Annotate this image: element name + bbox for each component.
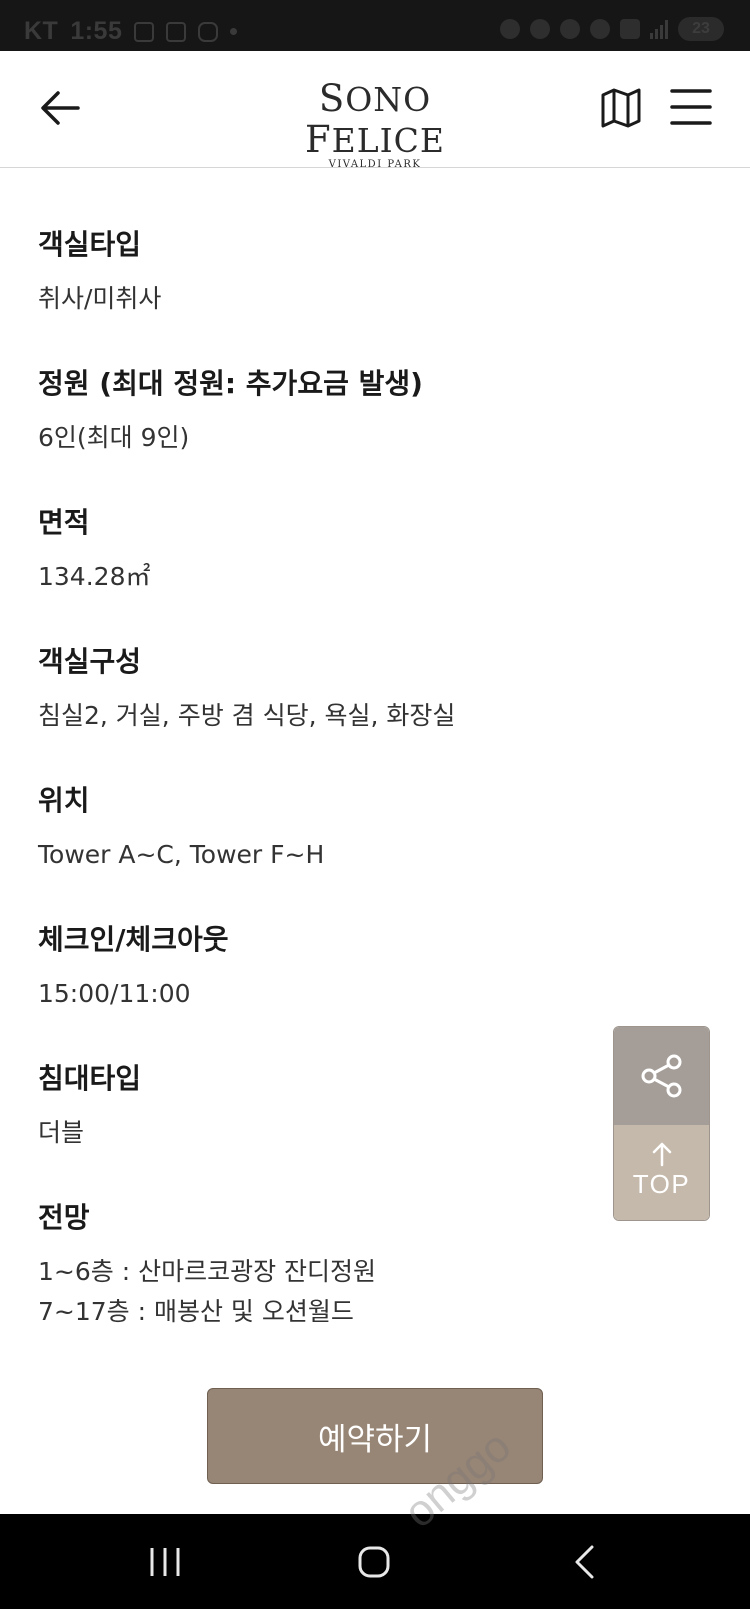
dnd-icon [500, 19, 520, 39]
spec-value: 7~17층 : 매봉산 및 오션월드 [38, 1297, 354, 1326]
spec-value: 1~6층 : 산마르코광장 잔디정원 [38, 1257, 377, 1286]
share-button[interactable] [614, 1027, 709, 1125]
battery-icon: 23 [678, 17, 724, 41]
hd-icon [620, 19, 640, 39]
menu-button[interactable] [670, 87, 712, 127]
spec-label: 침대타입 [38, 1062, 142, 1095]
spec-room-type: 객실타입 취사/미취사 [38, 227, 161, 319]
status-time: 1:55 [70, 17, 123, 45]
recent-apps-icon[interactable] [148, 1545, 182, 1579]
notification-icon [166, 21, 187, 42]
back-arrow-icon [41, 91, 80, 125]
arrow-up-icon [652, 1142, 671, 1167]
spec-room-layout: 객실구성 침실2, 거실, 주방 겸 식당, 욕실, 화장실 [38, 644, 455, 736]
leaf-icon [530, 19, 550, 39]
spec-value: 취사/미취사 [38, 284, 162, 313]
spec-value: 6인(최대 9인) [38, 423, 190, 452]
bottom-action-bar: 예약하기 [0, 1357, 750, 1514]
spec-label: 체크인/체크아웃 [38, 923, 229, 956]
spec-label: 위치 [38, 784, 90, 817]
wifi-icon [590, 19, 610, 39]
spec-value: 134.28㎡ [38, 562, 151, 591]
spec-label: 면적 [38, 506, 90, 539]
reserve-button[interactable]: 예약하기 [207, 1388, 543, 1484]
spec-value: Tower A~C, Tower F~H [38, 840, 325, 869]
mute-icon [560, 19, 580, 39]
logo-subtitle: VIVALDI PARK [328, 159, 422, 170]
signal-icon [650, 19, 668, 39]
nav-back-icon[interactable] [572, 1544, 596, 1580]
system-nav-bar [0, 1514, 750, 1609]
instagram-icon [198, 21, 219, 42]
screenshot-icon [134, 21, 155, 42]
spec-view: 전망 1~6층 : 산마르코광장 잔디정원 7~17층 : 매봉산 및 오션월드 [38, 1200, 376, 1332]
share-icon [641, 1054, 681, 1098]
spec-label: 객실구성 [38, 645, 142, 678]
map-button[interactable] [598, 85, 644, 131]
map-icon [601, 88, 641, 128]
scroll-top-button[interactable]: TOP [614, 1125, 709, 1220]
hamburger-menu-icon [670, 89, 712, 125]
status-bar: KT 1:55 23 [0, 0, 750, 51]
spec-label: 정원 (최대 정원: 추가요금 발생) [38, 367, 423, 400]
spec-value: 15:00/11:00 [38, 979, 191, 1008]
spec-value: 침실2, 거실, 주방 겸 식당, 욕실, 화장실 [38, 701, 456, 730]
back-button[interactable] [36, 85, 86, 131]
home-icon[interactable] [357, 1543, 391, 1581]
floating-actions: TOP [613, 1026, 710, 1221]
spec-area: 면적 134.28㎡ [38, 505, 150, 597]
spec-check-in-out: 체크인/체크아웃 15:00/11:00 [38, 922, 229, 1014]
spec-label: 객실타입 [38, 228, 142, 261]
spec-label: 전망 [38, 1201, 90, 1234]
app-header: SONO FELICE VIVALDI PARK [0, 51, 750, 171]
brand-logo[interactable]: SONO FELICE VIVALDI PARK [255, 77, 495, 171]
spec-capacity: 정원 (최대 정원: 추가요금 발생) 6인(최대 9인) [38, 366, 423, 458]
spec-location: 위치 Tower A~C, Tower F~H [38, 783, 324, 875]
more-notifications-icon [230, 28, 238, 35]
spec-value: 더블 [38, 1118, 85, 1147]
spec-bed-type: 침대타입 더블 [38, 1061, 141, 1153]
top-label: TOP [632, 1169, 691, 1199]
logo-title: SONO FELICE [304, 77, 446, 161]
status-left: KT 1:55 [24, 17, 238, 46]
status-right: 23 [500, 17, 724, 41]
carrier-label: KT [24, 17, 59, 45]
